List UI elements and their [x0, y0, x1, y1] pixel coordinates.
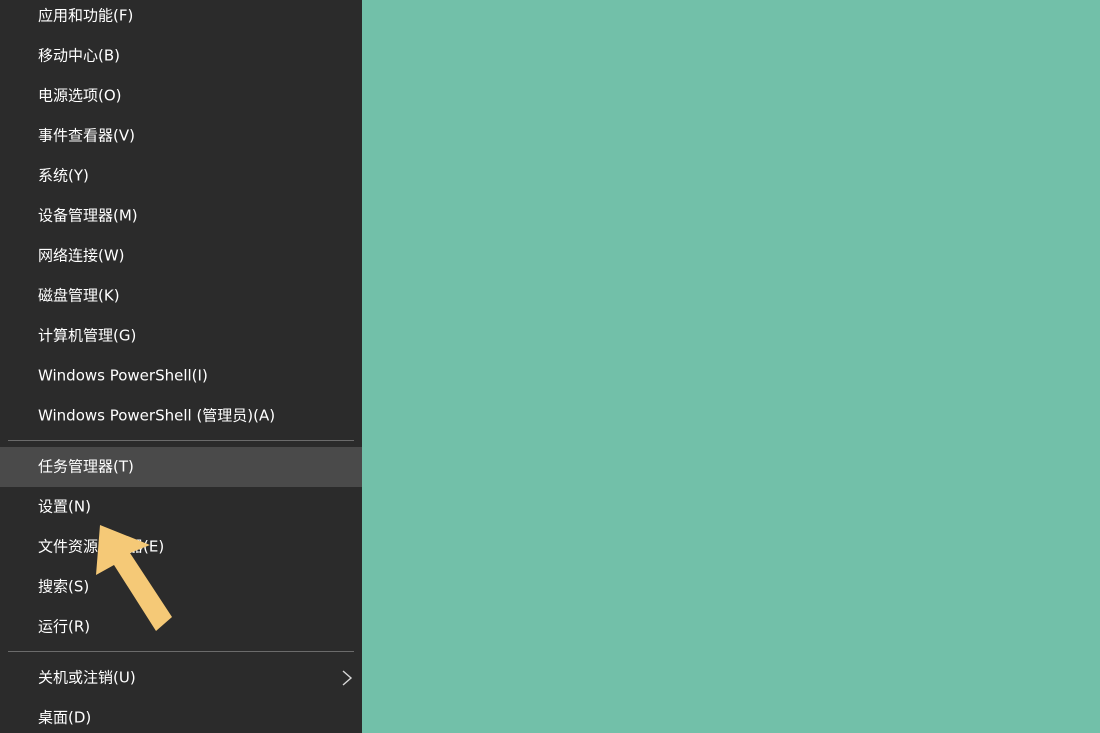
menu-item-label: 运行(R) — [38, 617, 91, 636]
menu-item-label: 网络连接(W) — [38, 246, 125, 265]
menu-item-label: Windows PowerShell (管理员)(A) — [38, 406, 276, 425]
menu-item-label: 磁盘管理(K) — [38, 286, 120, 305]
chevron-right-icon — [342, 670, 353, 686]
menu-item-label: Windows PowerShell(I) — [38, 366, 208, 385]
menu-item-label: 移动中心(B) — [38, 46, 120, 65]
menu-item-label: 搜索(S) — [38, 577, 90, 596]
menu-item-computer-management[interactable]: 计算机管理(G) — [0, 316, 362, 356]
menu-separator — [8, 651, 354, 652]
menu-item-label: 设备管理器(M) — [38, 206, 138, 225]
menu-item-event-viewer[interactable]: 事件查看器(V) — [0, 116, 362, 156]
menu-item-disk-management[interactable]: 磁盘管理(K) — [0, 276, 362, 316]
menu-separator — [8, 440, 354, 441]
menu-item-shutdown-or-sign-out[interactable]: 关机或注销(U) — [0, 658, 362, 698]
menu-item-file-explorer[interactable]: 文件资源管理器(E) — [0, 527, 362, 567]
menu-item-search[interactable]: 搜索(S) — [0, 567, 362, 607]
menu-item-label: 文件资源管理器(E) — [38, 537, 165, 556]
menu-item-windows-powershell[interactable]: Windows PowerShell(I) — [0, 356, 362, 396]
menu-item-label: 系统(Y) — [38, 166, 89, 185]
desktop-background — [362, 0, 1100, 733]
menu-item-device-manager[interactable]: 设备管理器(M) — [0, 196, 362, 236]
menu-item-settings[interactable]: 设置(N) — [0, 487, 362, 527]
menu-item-mobility-center[interactable]: 移动中心(B) — [0, 36, 362, 76]
menu-item-network-connections[interactable]: 网络连接(W) — [0, 236, 362, 276]
menu-item-label: 任务管理器(T) — [38, 457, 134, 476]
menu-item-task-manager[interactable]: 任务管理器(T) — [0, 447, 362, 487]
menu-item-label: 关机或注销(U) — [38, 668, 136, 687]
quick-link-menu: 应用和功能(F) 移动中心(B) 电源选项(O) 事件查看器(V) 系统(Y) … — [0, 0, 362, 733]
menu-item-label: 事件查看器(V) — [38, 126, 135, 145]
menu-item-apps-and-features[interactable]: 应用和功能(F) — [0, 0, 362, 36]
menu-item-system[interactable]: 系统(Y) — [0, 156, 362, 196]
menu-item-label: 桌面(D) — [38, 708, 92, 727]
menu-item-power-options[interactable]: 电源选项(O) — [0, 76, 362, 116]
menu-item-label: 应用和功能(F) — [38, 6, 134, 25]
menu-item-desktop[interactable]: 桌面(D) — [0, 698, 362, 733]
menu-item-run[interactable]: 运行(R) — [0, 607, 362, 647]
menu-item-label: 计算机管理(G) — [38, 326, 137, 345]
menu-item-windows-powershell-admin[interactable]: Windows PowerShell (管理员)(A) — [0, 396, 362, 436]
menu-item-label: 电源选项(O) — [38, 86, 122, 105]
screen: 应用和功能(F) 移动中心(B) 电源选项(O) 事件查看器(V) 系统(Y) … — [0, 0, 1100, 733]
menu-item-label: 设置(N) — [38, 497, 91, 516]
